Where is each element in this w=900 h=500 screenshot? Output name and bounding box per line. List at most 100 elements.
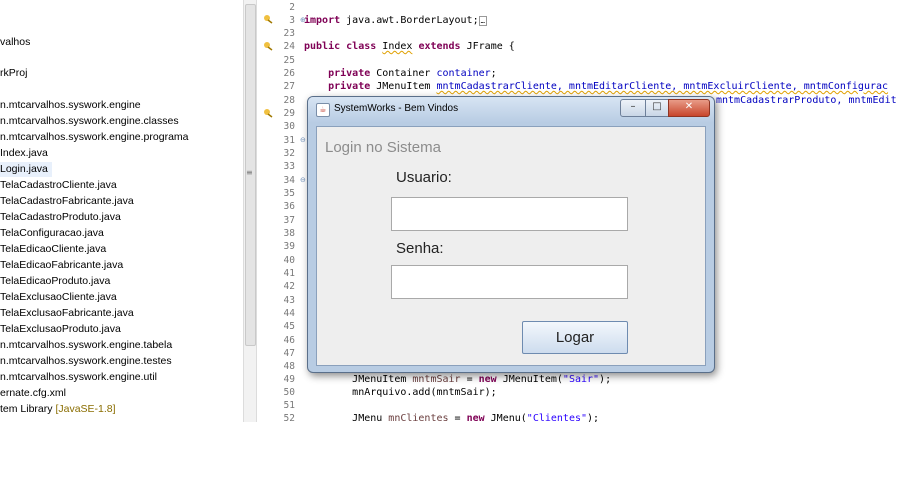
explorer-scrollbar[interactable]: ≡	[243, 0, 257, 422]
tree-item-label: rkProj	[0, 67, 28, 79]
code-token: mntmCadastrarProduto, mntmEdit	[716, 95, 897, 106]
dialog-titlebar[interactable]: ☕ SystemWorks - Bem Vindos – □ ✕	[308, 97, 714, 122]
login-heading: Login no Sistema	[325, 139, 441, 156]
warning-icon[interactable]	[263, 108, 273, 118]
line-number: 36	[283, 201, 295, 212]
line-number: 52	[283, 413, 295, 424]
tree-item[interactable]: n.mtcarvalhos.syswork.engine	[0, 98, 141, 113]
line-number: 50	[283, 387, 295, 398]
line-number: 47	[283, 348, 295, 359]
tree-item-label: TelaExclusaoProduto.java	[0, 323, 121, 335]
tree-item-label: TelaCadastroFabricante.java	[0, 195, 134, 207]
tree-item[interactable]: TelaEdicaoProduto.java	[0, 274, 110, 289]
line-number: 43	[283, 295, 295, 306]
line-number: 24	[283, 41, 295, 52]
collapsed-import-icon[interactable]: …	[478, 16, 487, 26]
tree-item-label: ernate.cfg.xml	[0, 387, 66, 399]
tree-item-label: n.mtcarvalhos.syswork.engine.programa	[0, 131, 189, 143]
code-token: );	[587, 413, 600, 422]
tree-item[interactable]: TelaEdicaoFabricante.java	[0, 258, 123, 273]
tree-item[interactable]: tem Library [JavaSE-1.8]	[0, 402, 116, 417]
line-number: 34	[283, 175, 295, 186]
tree-item-label: tem Library	[0, 403, 56, 415]
tree-item-label: n.mtcarvalhos.syswork.engine.tabela	[0, 339, 173, 351]
code-token: =	[448, 413, 467, 422]
tree-item-label: TelaExclusaoCliente.java	[0, 291, 117, 303]
tree-item-selected[interactable]: Login.java	[0, 162, 52, 177]
code-token: new	[478, 374, 497, 385]
tree-item-label: TelaCadastroCliente.java	[0, 179, 117, 191]
line-number: 51	[283, 400, 295, 411]
tree-item[interactable]: TelaConfiguracao.java	[0, 226, 104, 241]
code-token: "Sair"	[562, 374, 600, 385]
line-number: 3	[289, 15, 295, 26]
code-token: private	[328, 68, 371, 79]
line-number: 32	[283, 148, 295, 159]
code-line: public class Index extends JFrame {	[304, 40, 515, 53]
code-token: class	[346, 41, 377, 52]
warning-icon[interactable]	[263, 41, 273, 51]
line-number: 31	[283, 135, 295, 146]
line-number: 41	[283, 268, 295, 279]
line-number: 38	[283, 228, 295, 239]
line-number: 30	[283, 121, 295, 132]
line-number: 35	[283, 188, 295, 199]
line-number: 37	[283, 215, 295, 226]
code-token: new	[466, 413, 485, 422]
line-number: 45	[283, 321, 295, 332]
maximize-button[interactable]: □	[645, 99, 669, 117]
line-number: 26	[283, 68, 295, 79]
usuario-label: Usuario:	[396, 169, 452, 186]
usuario-input[interactable]	[391, 197, 628, 231]
tree-item[interactable]: TelaEdicaoCliente.java	[0, 242, 106, 257]
tree-item[interactable]: TelaCadastroCliente.java	[0, 178, 117, 193]
line-number: 33	[283, 161, 295, 172]
tree-item-label: TelaEdicaoFabricante.java	[0, 259, 124, 271]
tree-item[interactable]: TelaExclusaoProduto.java	[0, 322, 121, 337]
tree-item[interactable]: n.mtcarvalhos.syswork.engine.testes	[0, 354, 172, 369]
tree-item[interactable]: n.mtcarvalhos.syswork.engine.tabela	[0, 338, 172, 353]
tree-item[interactable]: TelaCadastroProduto.java	[0, 210, 121, 225]
line-number: 46	[283, 335, 295, 346]
dialog-title: SystemWorks - Bem Vindos	[334, 103, 459, 114]
code-line: JMenu mnClientes = new JMenu("Clientes")…	[304, 412, 599, 422]
tree-item[interactable]: ernate.cfg.xml	[0, 386, 66, 401]
tree-item[interactable]: valhos	[0, 35, 30, 50]
close-button[interactable]: ✕	[668, 99, 710, 117]
tree-item-label: n.mtcarvalhos.syswork.engine.util	[0, 371, 157, 383]
code-token: mntmCadastrarCliente, mntmEditarCliente,…	[436, 81, 889, 92]
login-dialog: ☕ SystemWorks - Bem Vindos – □ ✕ Login n…	[307, 96, 715, 373]
minimize-button[interactable]: –	[620, 99, 646, 117]
line-number: 2	[289, 2, 295, 13]
grip-icon: ≡	[246, 168, 253, 177]
editor-ruler	[257, 0, 279, 422]
warning-icon[interactable]	[263, 14, 273, 24]
code-token: JMenuItem	[370, 81, 437, 92]
tree-item-label: n.mtcarvalhos.syswork.engine.classes	[0, 115, 179, 127]
line-number: 40	[283, 255, 295, 266]
code-line: JMenuItem mntmSair = new JMenuItem("Sair…	[304, 373, 611, 386]
tree-item[interactable]: n.mtcarvalhos.syswork.engine.programa	[0, 130, 189, 145]
line-number: 29	[283, 108, 295, 119]
tree-item[interactable]: n.mtcarvalhos.syswork.engine.classes	[0, 114, 179, 129]
logar-button[interactable]: Logar	[522, 321, 628, 354]
code-line: mnArquivo.add(mntmSair);	[304, 386, 497, 399]
tree-item[interactable]: TelaExclusaoFabricante.java	[0, 306, 134, 321]
line-number: 23	[283, 28, 295, 39]
tree-item-label: TelaEdicaoProduto.java	[0, 275, 111, 287]
tree-item[interactable]: n.mtcarvalhos.syswork.engine.util	[0, 370, 157, 385]
tree-item-label: TelaCadastroProduto.java	[0, 211, 121, 223]
code-token: import	[304, 15, 341, 26]
senha-label: Senha:	[396, 240, 444, 257]
code-token: JMenu	[352, 413, 389, 422]
tree-item[interactable]: TelaExclusaoCliente.java	[0, 290, 117, 305]
tree-item[interactable]: Index.java	[0, 146, 48, 161]
tree-item[interactable]: rkProj	[0, 66, 27, 81]
line-number: 42	[283, 281, 295, 292]
code-token: JMenuItem(	[496, 374, 563, 385]
tree-item[interactable]: TelaCadastroFabricante.java	[0, 194, 134, 209]
code-token: mnClientes	[388, 413, 449, 422]
code-token: java.awt.BorderLayout;	[340, 15, 479, 26]
tree-item-label: Login.java	[0, 163, 48, 175]
senha-input[interactable]	[391, 265, 628, 299]
